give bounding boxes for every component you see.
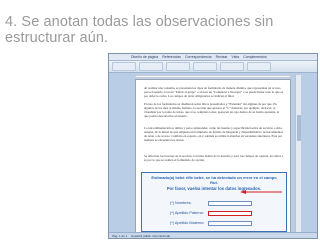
form-label: (*) Apellido Materno: [170,220,205,225]
ribbon-group[interactable] [220,62,244,71]
ribbon-tabs: Diseño de página Referencias Corresponde… [109,54,317,61]
apellido-paterno-input[interactable] [208,210,252,216]
form-label: (*) Nombres: [170,200,192,205]
document-paragraph: Se ubicaron los botones de la sección, l… [144,154,284,162]
ribbon-group[interactable] [139,62,163,71]
ribbon-group[interactable] [247,62,271,71]
vertical-scrollbar[interactable] [295,75,301,233]
form-row-apellido-paterno: (*) Apellido Paterno: [170,210,252,216]
document-paragraph: En uso de los formularios se diseñaron s… [144,102,280,118]
ribbon-group[interactable] [166,62,190,71]
ribbon-tab-vista[interactable]: Vista [231,55,239,59]
ribbon-tab-correspondencia[interactable]: Correspondencia [185,55,212,59]
status-bar: Pág. 1 de 1 Español (alfab. internaciona… [109,232,317,238]
ribbon-tab-revisar[interactable]: Revisar [216,55,228,59]
document-paragraph: La retroalimentación se utiliza y para c… [144,126,283,142]
ribbon-group[interactable] [193,62,217,71]
form-screenshot: Estimado(a) bebé rifle bebé, se ha detec… [141,172,287,232]
status-page-count: Pág. 1 de 1 [112,233,128,238]
ribbon-tab-referencias[interactable]: Referencias [162,55,181,59]
document-page[interactable]: Al realizar una consulta, se presentan l… [135,79,291,233]
horizontal-ruler [135,75,291,78]
form-error-heading: Estimado(a) bebé rifle bebé, se ha detec… [151,175,277,185]
slide-title: 4. Se anotan todas las observaciones sin… [5,14,274,46]
document-paragraph: Al realizar una consulta, se presentan l… [144,86,284,98]
ribbon-tab-complementos[interactable]: Complementos [243,55,267,59]
word-window: Diseño de página Referencias Corresponde… [108,53,318,239]
nombres-input[interactable] [208,200,252,206]
status-language[interactable]: Español (alfab. internacional) [131,234,170,238]
apellido-materno-input[interactable] [208,220,252,226]
arrow-icon [240,190,282,194]
ribbon-toolbar [109,61,317,73]
form-row-nombres: (*) Nombres: [170,200,252,206]
scrollbar-thumb[interactable] [297,115,301,141]
ribbon-group[interactable] [112,62,136,71]
form-row-apellido-materno: (*) Apellido Materno: [170,220,252,226]
form-label: (*) Apellido Paterno: [170,210,204,215]
ribbon-tab-diseno[interactable]: Diseño de página [131,55,158,59]
